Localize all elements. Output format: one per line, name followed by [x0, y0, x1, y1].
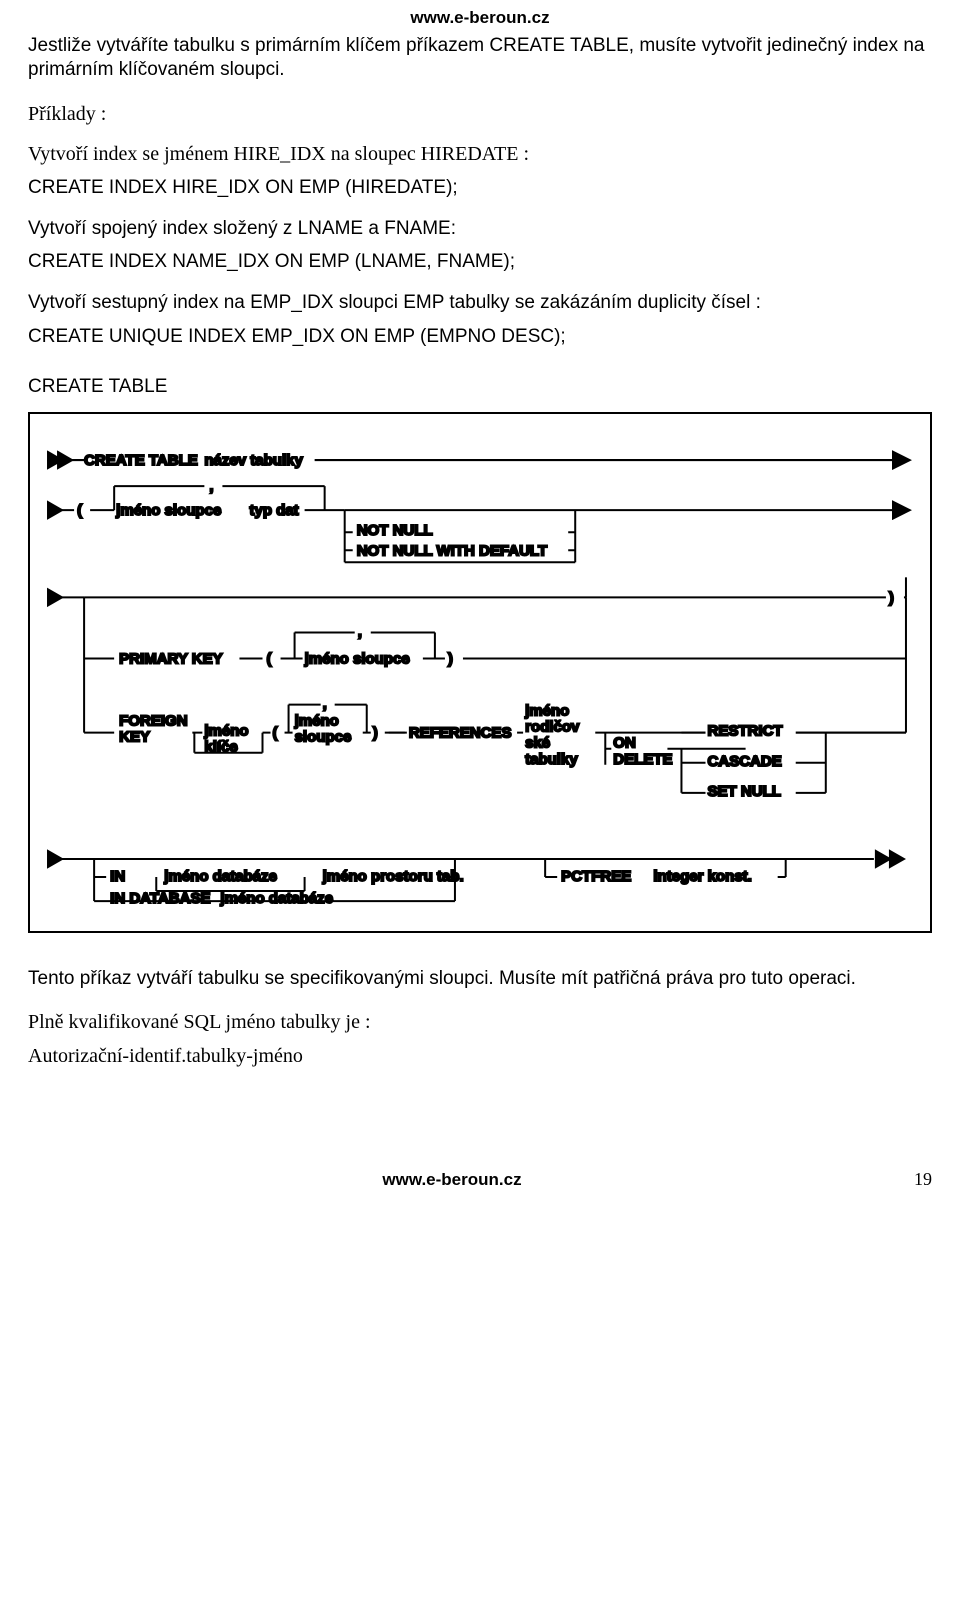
var-jmeno: jméno	[203, 722, 248, 739]
heading-create-table: CREATE TABLE	[28, 376, 932, 398]
var-sloupce2: sloupce	[295, 728, 352, 745]
kw-references: REFERENCES	[409, 724, 512, 741]
kw-key: KEY	[119, 728, 150, 745]
kw-foreign: FOREIGN	[119, 712, 187, 729]
lparen-2: (	[267, 650, 272, 667]
lparen: (	[77, 502, 82, 519]
kw-not-null: NOT NULL	[357, 522, 433, 539]
rparen-2: )	[448, 650, 453, 667]
kw-pctfree: PCTFREE	[561, 868, 631, 885]
comma-2: ,	[358, 623, 362, 640]
var-integer-konst: integer konst.	[653, 868, 751, 885]
page: www.e-beroun.cz Jestliže vytváříte tabul…	[0, 0, 960, 1210]
comma-3: ,	[323, 695, 327, 712]
example2-sql: CREATE INDEX NAME_IDX ON EMP (LNAME, FNA…	[28, 251, 932, 273]
syntax-diagram: CREATE TABLE název tabulky ( jméno sloup…	[28, 412, 932, 933]
examples-label: Příklady :	[28, 101, 932, 127]
example3-sql: CREATE UNIQUE INDEX EMP_IDX ON EMP (EMPN…	[28, 326, 932, 348]
paragraph-after: Tento příkaz vytváří tabulku se specifik…	[28, 967, 932, 991]
svg-text:jméno: jméno	[524, 702, 569, 719]
page-header-url: www.e-beroun.cz	[28, 8, 932, 28]
kw-not-null-default: NOT NULL WITH DEFAULT	[357, 542, 548, 559]
example1-intro: Vytvoří index se jménem HIRE_IDX na slou…	[28, 141, 932, 167]
example1-sql: CREATE INDEX HIRE_IDX ON EMP (HIREDATE);	[28, 177, 932, 199]
var-nazev-tabulky: název tabulky	[204, 452, 303, 469]
example3-intro: Vytvoří sestupný index na EMP_IDX sloupc…	[28, 291, 932, 315]
var-jmeno-db1: jméno databáze	[163, 868, 277, 885]
paragraph-qualified: Plně kvalifikované SQL jméno tabulky je …	[28, 1009, 932, 1035]
footer-page-number: 19	[876, 1169, 932, 1190]
kw-primary-key: PRIMARY KEY	[119, 650, 222, 667]
page-footer: www.e-beroun.cz 19	[28, 1169, 932, 1190]
syntax-diagram-svg: CREATE TABLE název tabulky ( jméno sloup…	[44, 432, 916, 913]
svg-text:tabulky: tabulky	[525, 750, 578, 767]
lparen-3: (	[273, 724, 278, 741]
var-jmeno-db2: jméno databáze	[219, 890, 333, 907]
var-jmeno-sloupce-1: jméno sloupce	[115, 502, 221, 519]
kw-in-database: IN DATABASE	[110, 890, 210, 907]
example2-intro: Vytvoří spojený index složený z LNAME a …	[28, 217, 932, 242]
var-jmeno-sloupce-2: jméno sloupce	[304, 650, 410, 667]
rparen-3: )	[373, 724, 378, 741]
svg-text:ské: ské	[525, 734, 550, 751]
var-jmeno2: jméno	[294, 712, 339, 729]
kw-create-table: CREATE TABLE	[84, 452, 198, 469]
var-typ-dat: typ dat	[249, 502, 298, 519]
comma-1: ,	[209, 478, 213, 495]
kw-in: IN	[110, 868, 125, 885]
rparen-1: )	[889, 589, 894, 606]
kw-restrict: RESTRICT	[708, 722, 784, 739]
paragraph-ident: Autorizační-identif.tabulky-jméno	[28, 1043, 932, 1069]
kw-cascade: CASCADE	[708, 752, 782, 769]
paragraph-intro: Jestliže vytváříte tabulku s primárním k…	[28, 34, 932, 83]
kw-set-null: SET NULL	[708, 782, 781, 799]
svg-text:ON: ON	[613, 734, 636, 751]
svg-text:DELETE: DELETE	[613, 750, 672, 767]
example1-intro-text: Vytvoří index se jménem HIRE_IDX na slou…	[28, 143, 529, 165]
footer-url: www.e-beroun.cz	[28, 1170, 876, 1190]
svg-text:rodičov: rodičov	[525, 718, 580, 735]
var-jmeno-prostoru: jméno prostoru tab.	[322, 868, 464, 885]
